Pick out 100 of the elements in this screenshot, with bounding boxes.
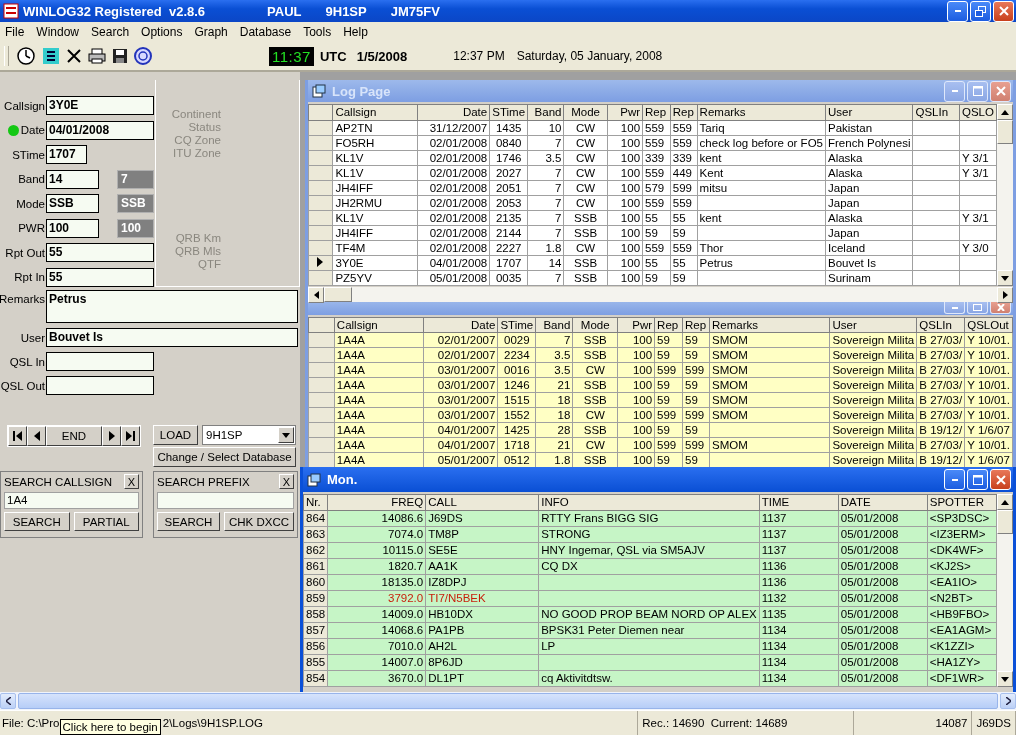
maximize-icon <box>973 304 982 311</box>
column-header[interactable]: QSLOut <box>964 317 1013 333</box>
readout-box: 7 <box>117 169 154 189</box>
column-header[interactable]: CALL <box>425 494 539 511</box>
clock-icon[interactable] <box>16 46 36 66</box>
field-label: Date <box>20 124 45 136</box>
down-arrow-icon <box>1000 676 1009 682</box>
text-field[interactable]: 100 <box>46 218 99 238</box>
file-path: File: C:\Pro <box>2 717 60 729</box>
change-database-button[interactable]: Change / Select Database <box>153 447 296 467</box>
last-record-button[interactable] <box>121 426 140 446</box>
text-field[interactable]: SSB <box>46 194 99 213</box>
column-header[interactable]: Rep <box>654 317 683 333</box>
column-header[interactable]: Band <box>527 104 564 121</box>
caret-icon <box>282 432 290 438</box>
text-field[interactable]: 55 <box>46 267 154 287</box>
database-dropdown[interactable]: 9H1SP <box>202 425 296 445</box>
column-header[interactable]: Remarks <box>709 317 830 333</box>
column-header[interactable]: TIME <box>759 494 839 511</box>
field-label: Callsign <box>4 99 45 112</box>
clock-display: 11:37 <box>269 46 314 66</box>
load-button[interactable]: LOAD <box>153 425 198 445</box>
globe-badge-icon[interactable] <box>134 47 152 65</box>
column-header[interactable]: QSLIn <box>916 317 965 333</box>
utc-date: 1/5/2008 <box>356 48 408 64</box>
column-header[interactable]: Mode <box>572 317 618 333</box>
column-header[interactable]: Nr. <box>303 494 328 511</box>
column-header[interactable]: Band <box>535 317 573 333</box>
text-field[interactable] <box>46 376 154 395</box>
column-header[interactable]: STime <box>497 317 536 333</box>
end-button[interactable]: END <box>46 426 102 446</box>
info-label: CQ Zone <box>174 134 221 147</box>
frequency-readout: 14087 <box>935 717 968 729</box>
search-field[interactable] <box>157 492 294 509</box>
close-button[interactable]: X <box>279 474 294 489</box>
text-field[interactable]: 04/01/2008 <box>46 120 154 140</box>
minimize-icon <box>951 90 958 92</box>
first-record-button[interactable] <box>8 426 27 446</box>
previous-record-button[interactable] <box>27 426 46 446</box>
search-button[interactable]: SEARCH <box>4 512 70 531</box>
text-field[interactable]: Bouvet Is <box>46 328 298 347</box>
cross-icon[interactable] <box>66 48 82 64</box>
restore-icon <box>975 5 986 17</box>
local-time: 12:37 PM <box>453 49 505 63</box>
search-button[interactable]: PARTIAL <box>73 512 139 531</box>
field-label: Band <box>18 173 45 185</box>
search-field[interactable]: 1A4 <box>4 492 139 509</box>
field-label: STime <box>12 148 45 161</box>
restore-button[interactable] <box>970 0 991 22</box>
column-header[interactable]: Callsign <box>332 104 418 121</box>
column-header[interactable]: Rep <box>670 104 698 121</box>
column-header[interactable]: STime <box>489 104 528 121</box>
menu-item[interactable]: Graph <box>191 25 234 39</box>
menu-item[interactable]: Options <box>138 25 189 39</box>
menu-item[interactable]: Help <box>340 25 374 39</box>
column-header[interactable]: SPOTTER <box>927 494 997 511</box>
column-header[interactable]: Date <box>417 104 490 121</box>
search-button[interactable]: SEARCH <box>157 512 220 531</box>
column-header[interactable]: QSLO <box>959 104 997 121</box>
text-field[interactable]: 1707 <box>46 145 87 164</box>
column-header[interactable]: FREQ <box>327 494 426 511</box>
menu-item[interactable]: Tools <box>300 25 338 39</box>
menu-item[interactable]: File <box>2 25 31 39</box>
column-header[interactable]: Callsign <box>334 317 424 333</box>
column-header[interactable]: Pwr <box>607 104 643 121</box>
menu-item[interactable]: Window <box>33 25 86 39</box>
time-zone-label: UTC <box>319 48 347 64</box>
column-header[interactable]: Date <box>423 317 498 333</box>
file-path: 2\Logs\9H1SP.LOG <box>162 717 263 729</box>
skip-back-icon <box>13 431 22 441</box>
column-header[interactable]: Pwr <box>617 317 655 333</box>
close-button[interactable]: X <box>124 474 139 489</box>
vertical-scrollbar[interactable] <box>997 104 1013 286</box>
skip-forward-icon <box>126 431 135 441</box>
column-header[interactable]: DATE <box>838 494 928 511</box>
app-icon <box>3 3 19 19</box>
column-header[interactable]: User <box>829 317 917 333</box>
text-field[interactable]: 55 <box>46 243 154 262</box>
field-label: QSL In <box>9 355 45 368</box>
search-button[interactable]: CHK DXCC <box>223 512 294 531</box>
window-icon <box>307 472 321 487</box>
menu-item[interactable]: Search <box>88 25 136 39</box>
column-header[interactable]: Remarks <box>697 104 826 121</box>
menu-item[interactable]: Database <box>236 25 298 39</box>
minimize-icon <box>954 10 961 12</box>
column-header[interactable]: Mode <box>563 104 608 121</box>
printer-icon[interactable] <box>88 48 106 64</box>
list-icon[interactable] <box>42 47 60 65</box>
horizontal-scrollbar[interactable] <box>308 287 1013 302</box>
column-header[interactable]: Rep <box>682 317 710 333</box>
text-field[interactable]: Petrus <box>46 290 298 323</box>
text-field[interactable]: 3Y0E <box>46 96 154 115</box>
column-header[interactable]: QSLIn <box>912 104 960 121</box>
window-title: Mon. <box>327 472 358 487</box>
column-header[interactable]: INFO <box>538 494 760 511</box>
column-header[interactable]: Rep <box>642 104 671 121</box>
text-field[interactable]: 14 <box>46 169 99 189</box>
column-header[interactable]: User <box>825 104 913 121</box>
text-field[interactable] <box>46 352 154 371</box>
next-record-button[interactable] <box>102 426 121 446</box>
